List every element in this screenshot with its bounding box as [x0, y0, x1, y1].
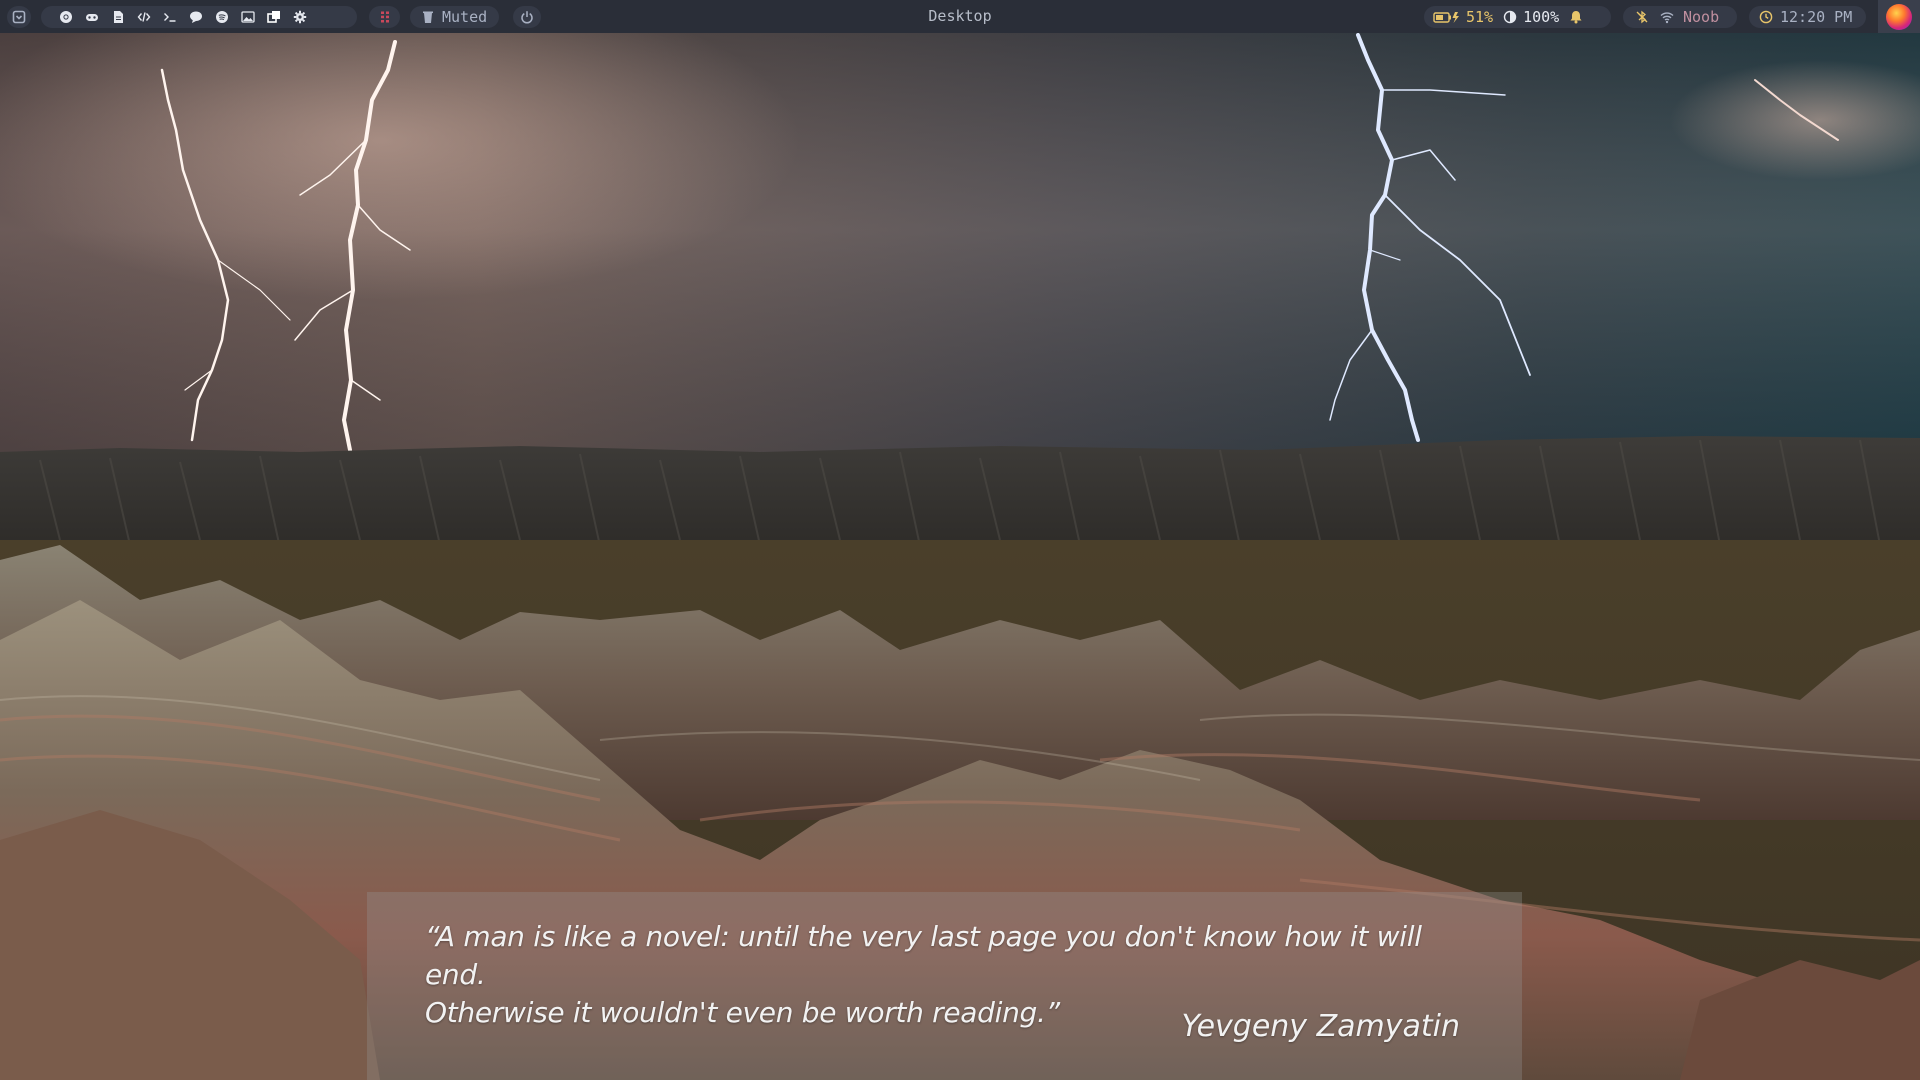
battery-charging-icon — [1432, 8, 1462, 26]
trash-icon — [419, 8, 437, 26]
clock-icon — [1757, 8, 1775, 26]
workspace-grid-icon — [376, 8, 394, 26]
user-avatar-button[interactable] — [1878, 0, 1920, 33]
system-status[interactable]: 51% 100% — [1424, 6, 1611, 28]
app-launcher-bar — [41, 6, 357, 28]
power-icon — [518, 8, 536, 26]
wifi-icon[interactable] — [1658, 8, 1676, 26]
top-panel: Muted Desktop 51% 100% Noob 12:20 PM — [0, 0, 1920, 33]
image-icon[interactable] — [239, 8, 257, 26]
bluetooth-off-icon[interactable] — [1633, 8, 1651, 26]
brightness-percentage: 100% — [1523, 8, 1560, 26]
volume-label: Muted — [442, 8, 488, 26]
brightness-icon — [1501, 8, 1519, 26]
terminal-icon[interactable] — [161, 8, 179, 26]
battery-percentage: 51% — [1466, 8, 1494, 26]
clock-time: 12:20 PM — [1780, 8, 1853, 26]
windows-icon[interactable] — [265, 8, 283, 26]
window-title: Desktop — [928, 7, 992, 25]
network-status[interactable]: Noob — [1623, 6, 1737, 28]
wifi-ssid: Noob — [1683, 8, 1720, 26]
quote-author: Yevgeny Zamyatin — [1181, 1009, 1460, 1044]
power-button[interactable] — [513, 6, 541, 28]
code-icon[interactable] — [135, 8, 153, 26]
bell-icon[interactable] — [1567, 8, 1585, 26]
clock-widget[interactable]: 12:20 PM — [1749, 6, 1866, 28]
gamepad-icon[interactable] — [83, 8, 101, 26]
avatar — [1886, 3, 1912, 30]
file-icon[interactable] — [109, 8, 127, 26]
quote-line: “A man is like a novel: until the very l… — [425, 920, 1422, 991]
chat-icon[interactable] — [187, 8, 205, 26]
workspace-indicator[interactable] — [369, 6, 400, 28]
app-menu-button[interactable] — [7, 6, 31, 28]
volume-indicator[interactable]: Muted — [410, 6, 499, 28]
spotify-icon[interactable] — [213, 8, 231, 26]
menu-dropdown-icon — [10, 8, 28, 26]
quote-widget: “A man is like a novel: until the very l… — [367, 892, 1522, 1080]
gear-icon[interactable] — [291, 8, 309, 26]
chrome-icon[interactable] — [57, 8, 75, 26]
